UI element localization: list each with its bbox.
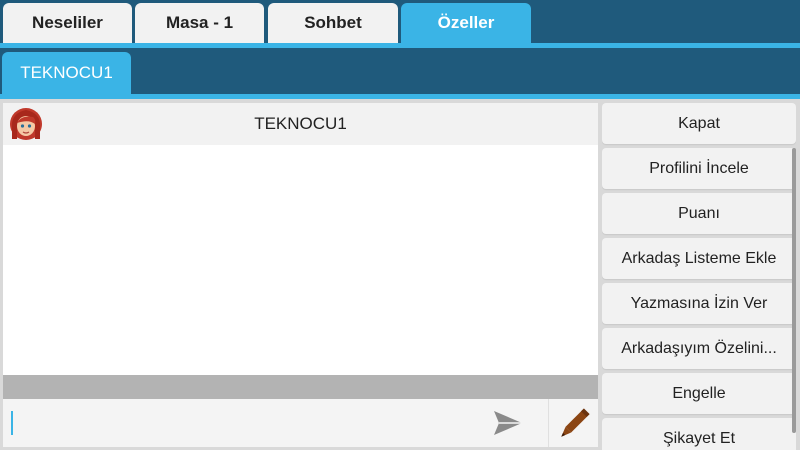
private-chat-tab-bar: TEKNOCU1 xyxy=(0,48,800,94)
tab-masa-1[interactable]: Masa - 1 xyxy=(135,3,264,43)
allow-writing-button[interactable]: Yazmasına İzin Ver xyxy=(602,283,796,324)
tab-private-chat-user[interactable]: TEKNOCU1 xyxy=(2,52,131,94)
user-action-menu: Kapat Profilini İncele Puanı Arkadaş Lis… xyxy=(602,103,796,450)
tab-ozeller[interactable]: Özeller xyxy=(401,3,531,43)
score-button[interactable]: Puanı xyxy=(602,193,796,234)
pencil-icon[interactable] xyxy=(552,403,596,445)
message-input[interactable] xyxy=(9,407,479,439)
view-profile-button[interactable]: Profilini İncele xyxy=(602,148,796,189)
main-area: TEKNOCU1 Kapat Profilini İncele Puanı Ar… xyxy=(0,99,800,450)
chat-panel: TEKNOCU1 xyxy=(3,103,598,447)
tab-sohbet[interactable]: Sohbet xyxy=(268,3,398,43)
chat-separator-bar xyxy=(3,375,598,399)
top-tab-bar: Neseliler Masa - 1 Sohbet Özeller xyxy=(0,0,800,44)
user-avatar-icon[interactable] xyxy=(7,105,45,143)
send-icon[interactable] xyxy=(488,405,528,441)
tab-neseliler[interactable]: Neseliler xyxy=(3,3,132,43)
block-button[interactable]: Engelle xyxy=(602,373,796,414)
chat-input-row xyxy=(3,399,598,447)
report-button[interactable]: Şikayet Et xyxy=(602,418,796,450)
chat-header: TEKNOCU1 xyxy=(3,103,598,145)
menu-scrollbar[interactable] xyxy=(792,148,796,433)
add-friend-button[interactable]: Arkadaş Listeme Ekle xyxy=(602,238,796,279)
chat-message-area[interactable] xyxy=(3,145,598,375)
chat-header-username: TEKNOCU1 xyxy=(254,114,347,133)
input-divider xyxy=(548,399,549,447)
close-button[interactable]: Kapat xyxy=(602,103,796,144)
friend-private-button[interactable]: Arkadaşıyım Özelini... xyxy=(602,328,796,369)
